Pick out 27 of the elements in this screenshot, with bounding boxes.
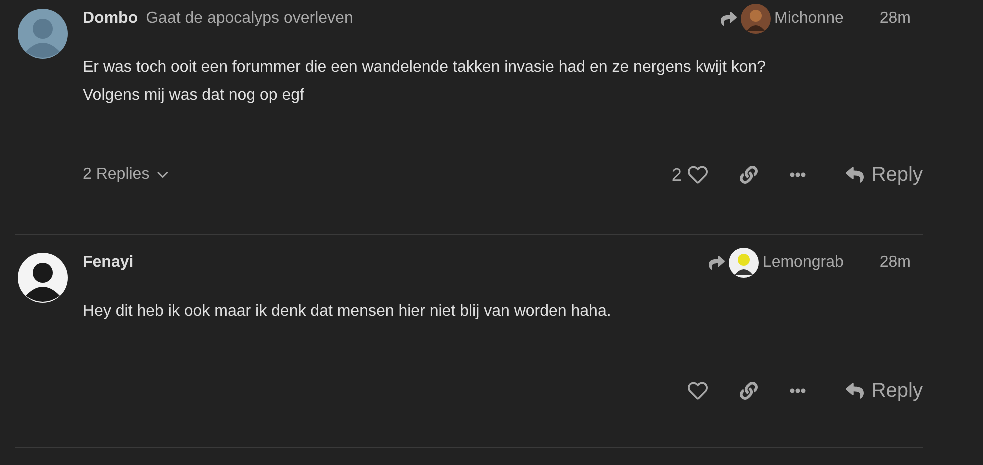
user-avatar[interactable] [18,252,68,304]
heart-icon [688,165,708,185]
post-text: Volgens mij was dat nog op egf [83,86,306,106]
post-time[interactable]: 28m [880,254,911,272]
reply-to-name[interactable]: Lemongrab [762,254,844,272]
reply-icon [846,382,864,400]
replies-toggle[interactable]: 2 Replies [83,166,172,184]
heart-icon [688,381,708,401]
share-arrow-icon [720,11,736,27]
reply-to-link[interactable]: Lemongrab [708,248,844,278]
user-title: Gaat de apocalyps overleven [146,10,354,28]
reply-to-link[interactable]: Michonne [720,4,844,34]
post-text: Er was toch ooit een forummer die een wandelende takken invasie had en ze nergens kwijt kon? [83,58,768,78]
link-icon [740,166,758,184]
share-arrow-icon [708,255,725,271]
like-button[interactable]: 2 [662,158,718,192]
post-text: Hey dit heb ik ook maar ik denk dat mensen hier niet blij van worden haha. [83,302,612,322]
reply-button[interactable]: Reply [838,158,923,192]
reply-to-name[interactable]: Michonne [774,10,844,28]
post-time[interactable]: 28m [880,10,911,28]
link-icon [740,382,758,400]
reply-button[interactable]: Reply [838,374,923,408]
author-name[interactable]: Fenayi [83,254,134,272]
user-avatar [728,248,759,278]
reply-icon [846,166,864,184]
user-avatar [740,4,770,34]
author-name[interactable]: Dombo [83,10,138,28]
